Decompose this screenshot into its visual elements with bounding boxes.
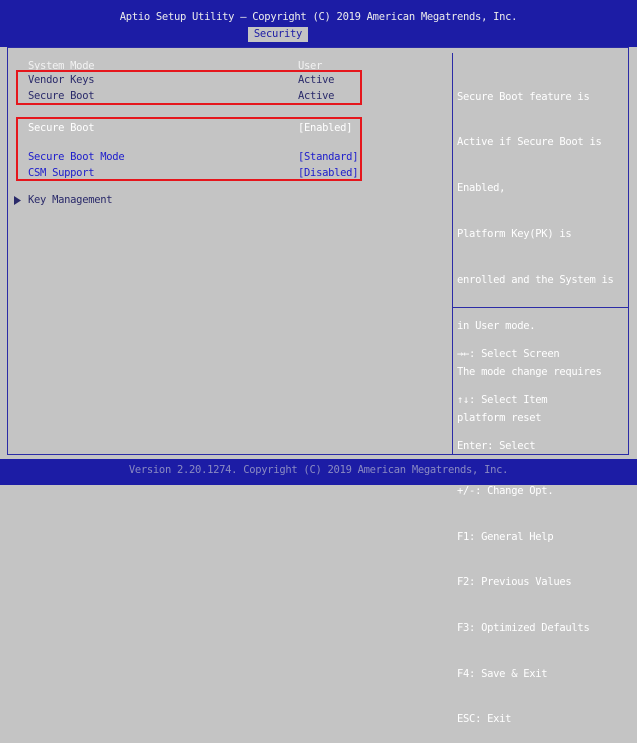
footer-bar: Version 2.20.1274. Copyright (C) 2019 Am… [0, 459, 637, 485]
header-bar: Aptio Setup Utility – Copyright (C) 2019… [0, 0, 637, 47]
key-change-opt: +/-: Change Opt. [457, 485, 554, 498]
secure-boot-option[interactable]: [Enabled] [298, 122, 353, 135]
key-general-help: F1: General Help [457, 530, 554, 543]
help-line: Enabled, [457, 182, 506, 195]
key-select-item: ↑↓: Select Item [457, 394, 548, 407]
vendor-keys-value: Active [298, 74, 335, 86]
secure-boot-status-value: Active [298, 90, 335, 102]
key-select-screen: →←: Select Screen [457, 348, 560, 361]
app-title: Aptio Setup Utility – Copyright (C) 2019… [119, 11, 518, 23]
footer-text: Version 2.20.1274. Copyright (C) 2019 Am… [128, 464, 509, 476]
help-line: Platform Key(PK) is [457, 228, 572, 241]
key-enter-select: Enter: Select [457, 439, 536, 452]
secure-boot-mode-label[interactable]: Secure Boot Mode [28, 151, 125, 164]
triangle-right-icon [14, 196, 21, 208]
key-esc-exit: ESC: Exit [457, 713, 512, 726]
key-previous-values: F2: Previous Values [457, 576, 572, 589]
help-line: Active if Secure Boot is [457, 136, 602, 149]
tab-security[interactable]: Security [248, 27, 308, 42]
help-line: enrolled and the System is [457, 274, 614, 287]
key-management-item[interactable]: Key Management [28, 194, 113, 207]
csm-support-label[interactable]: CSM Support [28, 167, 95, 180]
system-mode-value: User [298, 60, 323, 72]
key-save-exit: F4: Save & Exit [457, 667, 548, 680]
system-mode-label: System Mode [28, 60, 95, 72]
panel-divider [452, 53, 453, 454]
vendor-keys-label: Vendor Keys [28, 74, 95, 86]
help-line: Secure Boot feature is [457, 90, 590, 103]
key-optimized-defaults: F3: Optimized Defaults [457, 622, 590, 635]
csm-support-option[interactable]: [Disabled] [298, 167, 359, 180]
secure-boot-mode-option[interactable]: [Standard] [298, 151, 359, 164]
key-legend: →←: Select Screen ↑↓: Select Item Enter:… [457, 317, 625, 743]
secure-boot-label[interactable]: Secure Boot [28, 122, 95, 135]
secure-boot-status-label: Secure Boot [28, 90, 95, 102]
